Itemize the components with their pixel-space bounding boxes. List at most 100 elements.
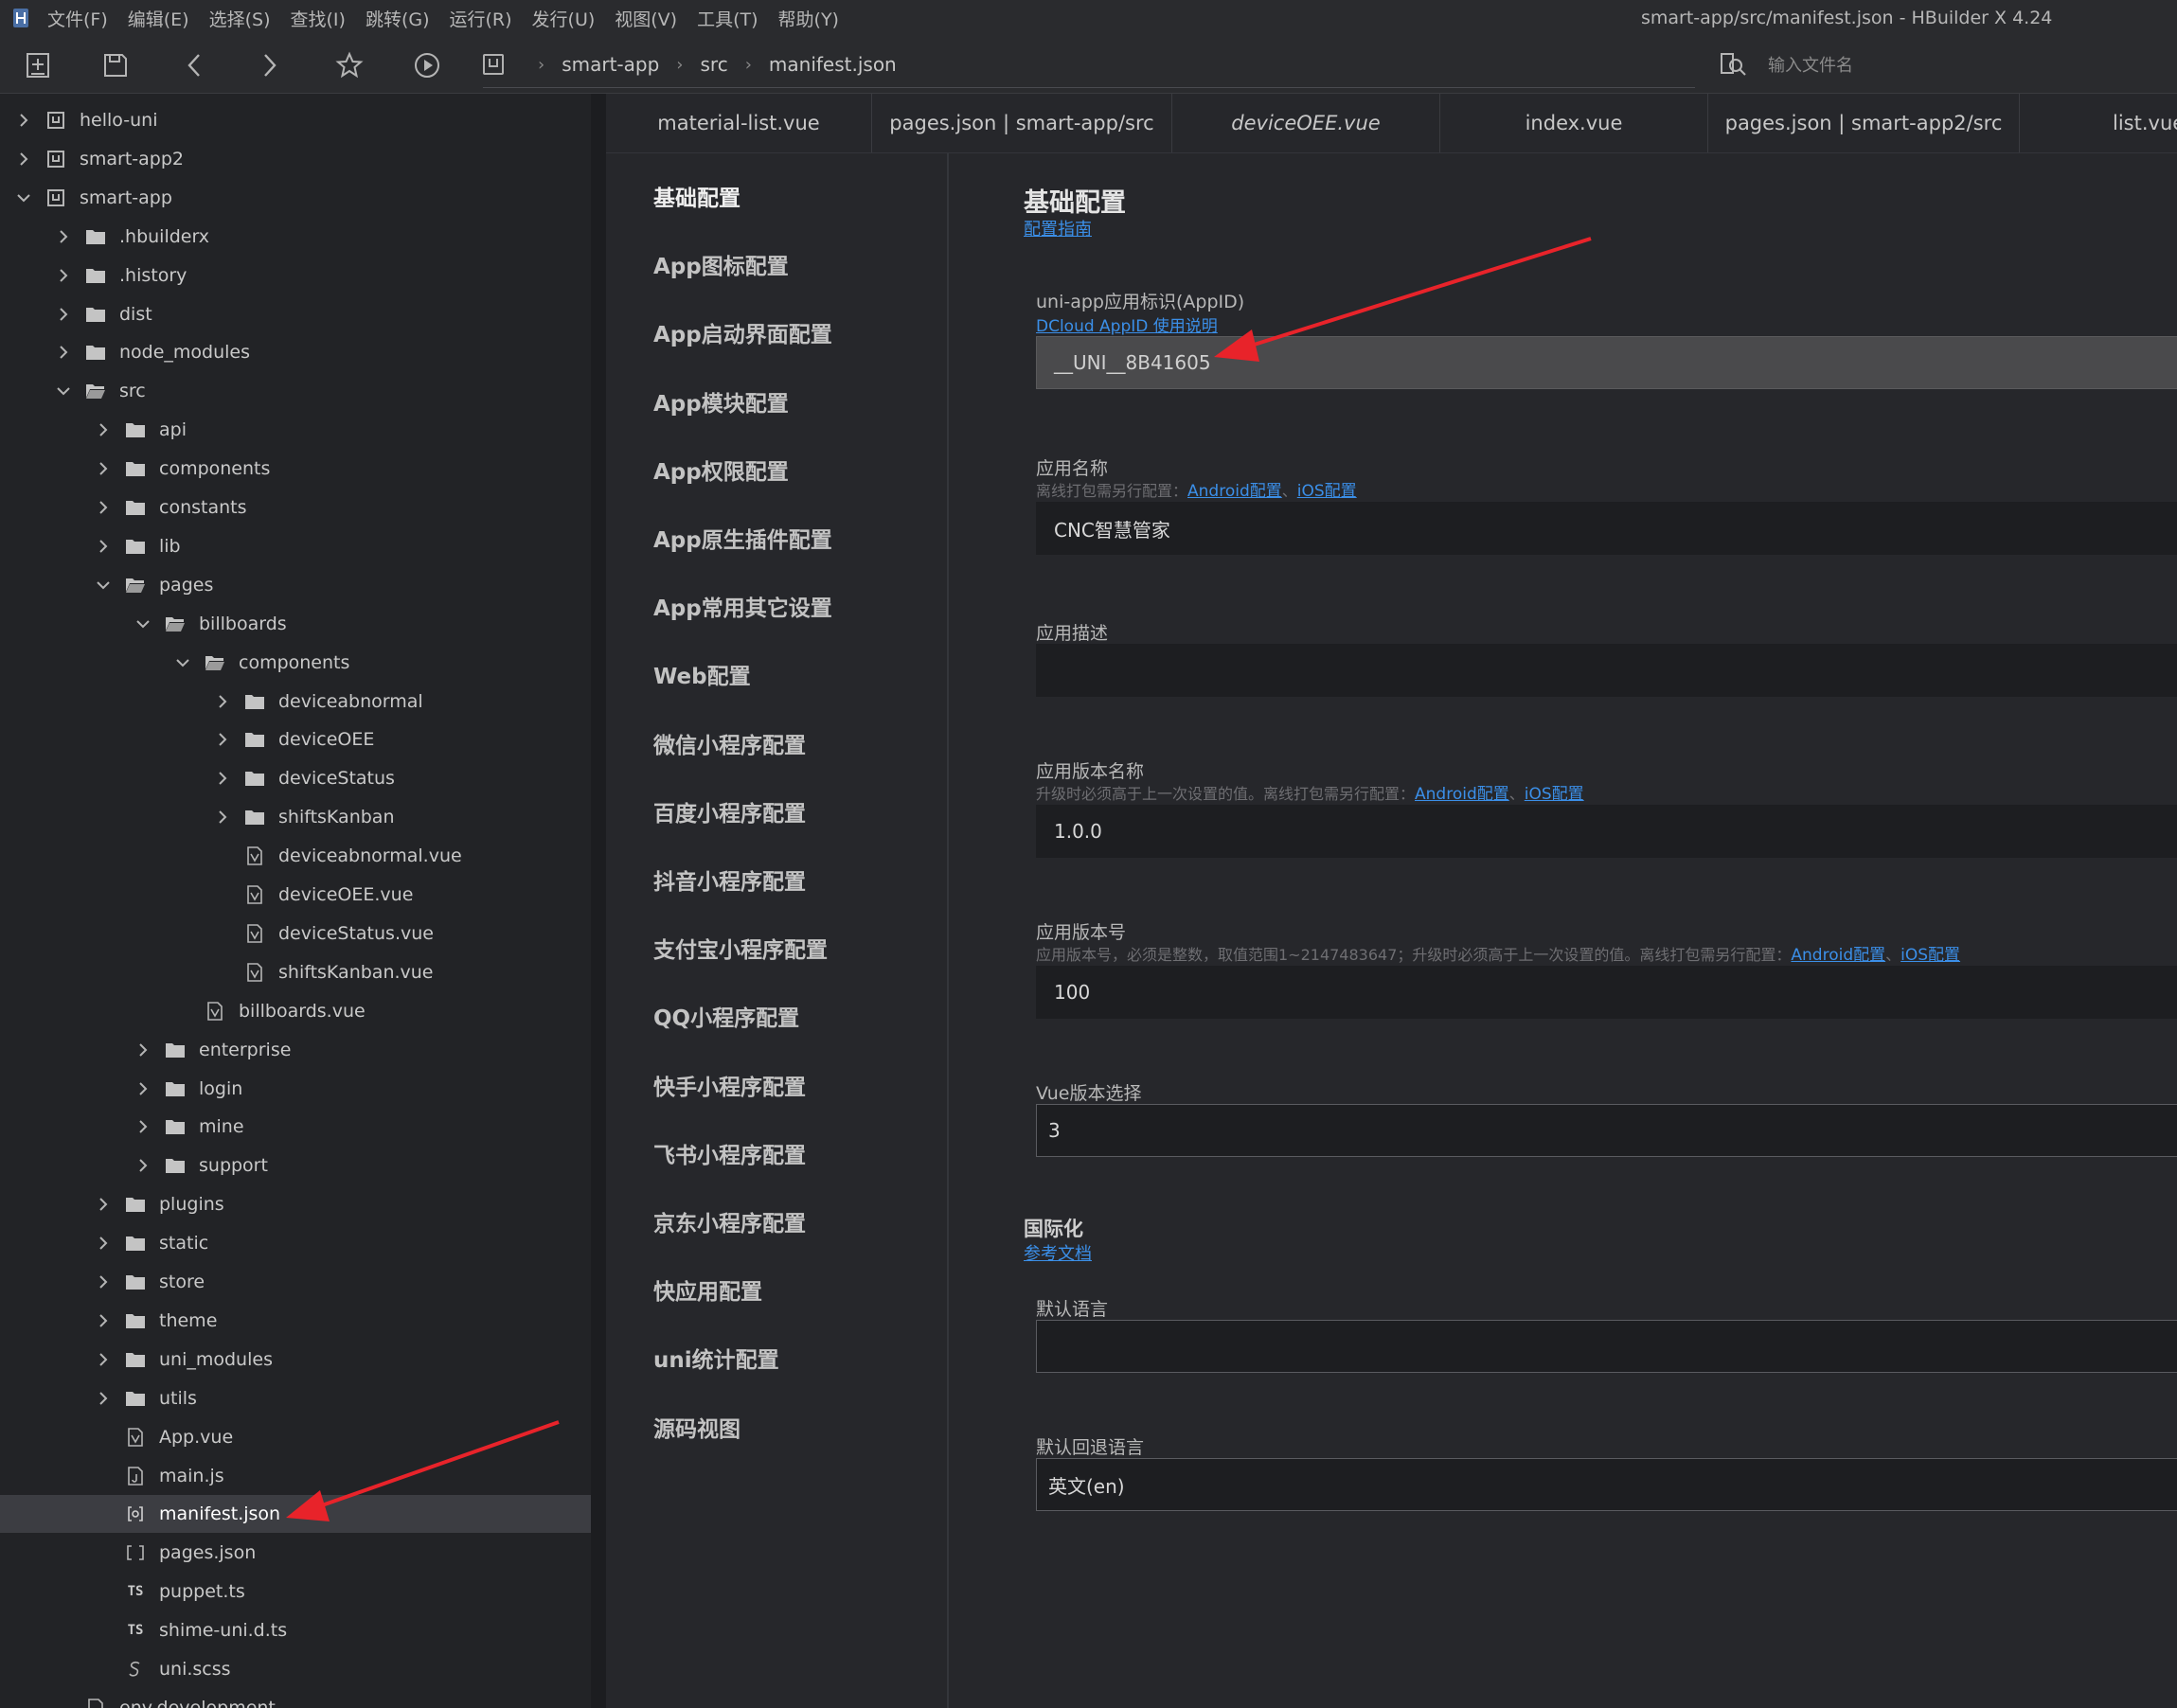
breadcrumb-file[interactable]: manifest.json: [769, 53, 897, 76]
menu-publish[interactable]: 发行(U): [532, 6, 596, 31]
ios-config-link[interactable]: iOS配置: [1900, 946, 1960, 965]
i18n-doc-link[interactable]: 参考文档: [1024, 1240, 1092, 1265]
chevron-right-icon[interactable]: [136, 1042, 150, 1057]
forward-icon[interactable]: [254, 49, 286, 81]
nav-item[interactable]: 快手小程序配置: [653, 1069, 806, 1101]
file-search-input[interactable]: 输入文件名: [1768, 52, 1853, 77]
tree-item[interactable]: src: [0, 372, 591, 410]
android-config-link[interactable]: Android配置: [1791, 946, 1885, 965]
tree-item[interactable]: shiftsKanban: [0, 798, 591, 836]
tree-item[interactable]: api: [0, 411, 591, 449]
tree-item[interactable]: uni.scss: [0, 1650, 591, 1688]
new-file-icon[interactable]: [23, 49, 55, 81]
menu-help[interactable]: 帮助(Y): [778, 6, 839, 31]
tab-pages-json-smart-app[interactable]: pages.json | smart-app/src: [872, 94, 1172, 152]
version-code-field[interactable]: 100: [1036, 966, 2177, 1019]
tree-item[interactable]: smart-app2: [0, 140, 591, 178]
android-config-link[interactable]: Android配置: [1187, 482, 1282, 501]
nav-item[interactable]: 源码视图: [653, 1411, 741, 1443]
star-icon[interactable]: [333, 49, 366, 81]
menu-select[interactable]: 选择(S): [209, 6, 271, 31]
back-icon[interactable]: [178, 49, 210, 81]
chevron-right-icon[interactable]: [216, 772, 229, 786]
chevron-right-icon[interactable]: [97, 501, 110, 514]
chevron-right-icon[interactable]: [136, 1120, 150, 1134]
tree-item[interactable]: constants: [0, 489, 591, 526]
menu-goto[interactable]: 跳转(G): [366, 6, 430, 31]
tree-item[interactable]: components: [0, 644, 591, 682]
chevron-right-icon[interactable]: [216, 694, 229, 708]
nav-item[interactable]: App图标配置: [653, 248, 789, 280]
tree-item[interactable]: components: [0, 450, 591, 488]
nav-item[interactable]: App原生插件配置: [653, 522, 832, 554]
chevron-right-icon[interactable]: [57, 268, 70, 282]
tree-item[interactable]: TS puppet.ts: [0, 1573, 591, 1610]
chevron-right-icon[interactable]: [97, 1237, 110, 1250]
nav-item[interactable]: App权限配置: [653, 454, 789, 486]
appid-help-link[interactable]: DCloud AppID 使用说明: [1036, 312, 1218, 336]
tree-item[interactable]: enterprise: [0, 1031, 591, 1069]
tree-item[interactable]: deviceOEE.vue: [0, 876, 591, 914]
tree-item[interactable]: TS shime-uni.d.ts: [0, 1611, 591, 1649]
tree-item[interactable]: support: [0, 1147, 591, 1184]
chevron-right-icon[interactable]: [216, 733, 229, 747]
android-config-link[interactable]: Android配置: [1415, 785, 1509, 804]
tree-item[interactable]: manifest.json: [0, 1495, 591, 1534]
run-icon[interactable]: [411, 49, 443, 81]
nav-item[interactable]: uni统计配置: [653, 1342, 779, 1374]
tree-item[interactable]: uni_modules: [0, 1341, 591, 1379]
config-guide-link[interactable]: 配置指南: [1024, 216, 1092, 240]
tree-item[interactable]: mine: [0, 1108, 591, 1146]
tree-item[interactable]: plugins: [0, 1185, 591, 1223]
nav-item[interactable]: QQ小程序配置: [653, 1000, 799, 1032]
chevron-right-icon[interactable]: [97, 1198, 110, 1211]
nav-item[interactable]: App常用其它设置: [653, 590, 832, 622]
tree-item[interactable]: static: [0, 1224, 591, 1262]
chevron-right-icon[interactable]: [17, 114, 30, 127]
chevron-down-icon[interactable]: [97, 578, 110, 592]
chevron-right-icon[interactable]: [97, 1314, 110, 1327]
nav-item[interactable]: 京东小程序配置: [653, 1205, 806, 1237]
menu-find[interactable]: 查找(I): [291, 6, 346, 31]
appid-field[interactable]: __UNI__8B41605: [1036, 336, 2177, 389]
tree-item[interactable]: dist: [0, 295, 591, 333]
tree-item[interactable]: pages: [0, 566, 591, 604]
version-name-field[interactable]: 1.0.0: [1036, 805, 2177, 858]
file-search[interactable]: 输入文件名: [1719, 36, 1853, 93]
nav-item[interactable]: App模块配置: [653, 385, 789, 418]
chevron-right-icon[interactable]: [97, 1391, 110, 1405]
breadcrumb-project[interactable]: smart-app: [562, 53, 659, 76]
tree-item[interactable]: node_modules: [0, 333, 591, 371]
nav-item[interactable]: App启动界面配置: [653, 316, 832, 348]
tab-index[interactable]: index.vue: [1440, 94, 1708, 152]
menu-run[interactable]: 运行(R): [450, 6, 512, 31]
tree-item[interactable]: utils: [0, 1379, 591, 1417]
nav-item[interactable]: 飞书小程序配置: [653, 1137, 806, 1169]
chevron-right-icon[interactable]: [57, 307, 70, 321]
tree-item[interactable]: App.vue: [0, 1418, 591, 1456]
tree-item[interactable]: billboards.vue: [0, 992, 591, 1030]
tab-deviceoee[interactable]: deviceOEE.vue: [1172, 94, 1440, 152]
default-locale-select[interactable]: [1036, 1320, 2177, 1373]
sidebar-scrollbar[interactable]: [591, 94, 606, 1708]
menu-view[interactable]: 视图(V): [615, 6, 677, 31]
chevron-right-icon[interactable]: [136, 1159, 150, 1173]
tree-item[interactable]: pages.json: [0, 1534, 591, 1572]
chevron-right-icon[interactable]: [57, 346, 70, 360]
tree-item[interactable]: .history: [0, 257, 591, 294]
chevron-right-icon[interactable]: [97, 1275, 110, 1289]
chevron-right-icon[interactable]: [97, 540, 110, 553]
menu-edit[interactable]: 编辑(E): [128, 6, 189, 31]
app-desc-field[interactable]: [1036, 644, 2177, 697]
tree-item[interactable]: deviceOEE: [0, 721, 591, 758]
fallback-locale-select[interactable]: 英文(en): [1036, 1458, 2177, 1511]
tree-item[interactable]: env.development: [0, 1689, 591, 1708]
nav-item[interactable]: 抖音小程序配置: [653, 863, 806, 896]
chevron-right-icon[interactable]: [216, 810, 229, 824]
tree-item[interactable]: billboards: [0, 605, 591, 643]
tree-item[interactable]: deviceabnormal: [0, 683, 591, 721]
nav-item[interactable]: 快应用配置: [653, 1273, 762, 1306]
tree-item[interactable]: hello-uni: [0, 101, 591, 139]
nav-item[interactable]: 百度小程序配置: [653, 795, 806, 827]
chevron-right-icon[interactable]: [97, 462, 110, 475]
